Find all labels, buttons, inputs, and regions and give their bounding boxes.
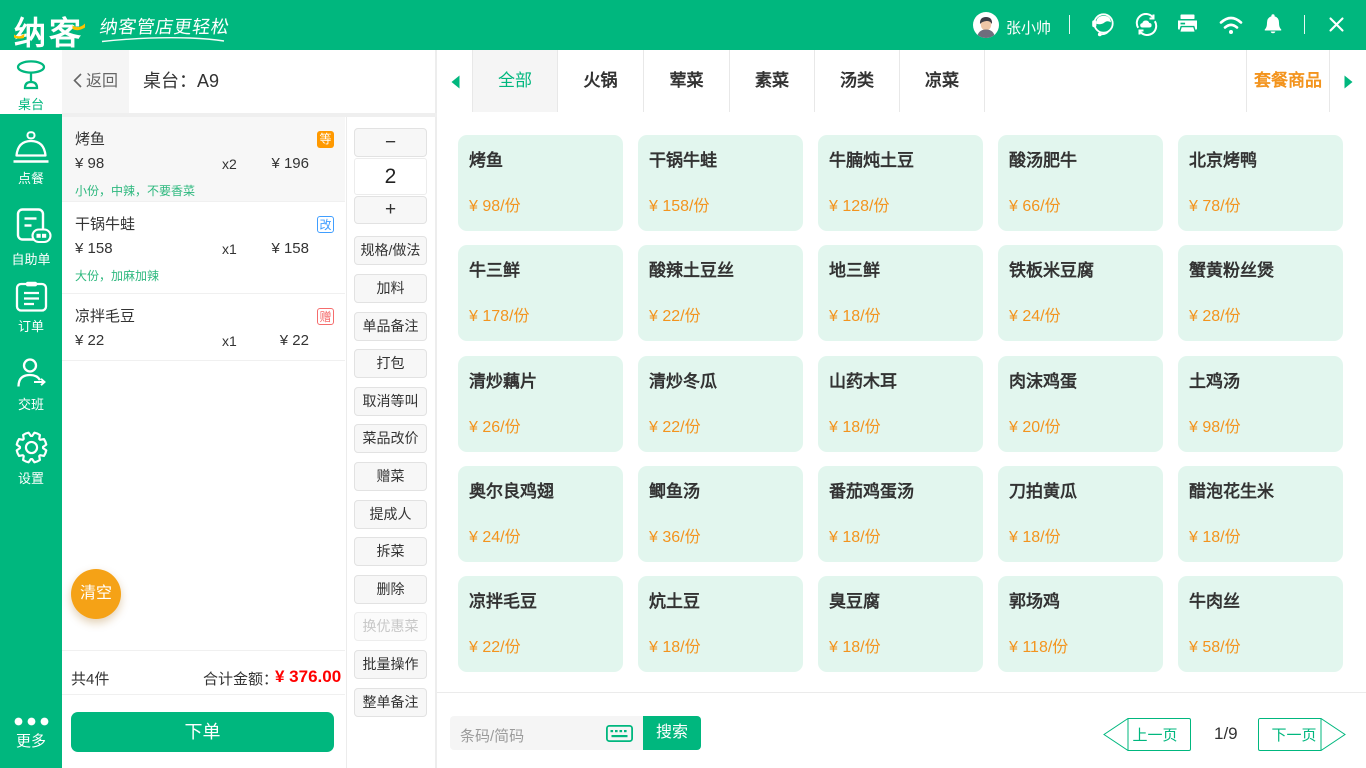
svg-text:下一页: 下一页	[1271, 727, 1316, 744]
svg-text:上一页: 上一页	[1132, 727, 1177, 744]
